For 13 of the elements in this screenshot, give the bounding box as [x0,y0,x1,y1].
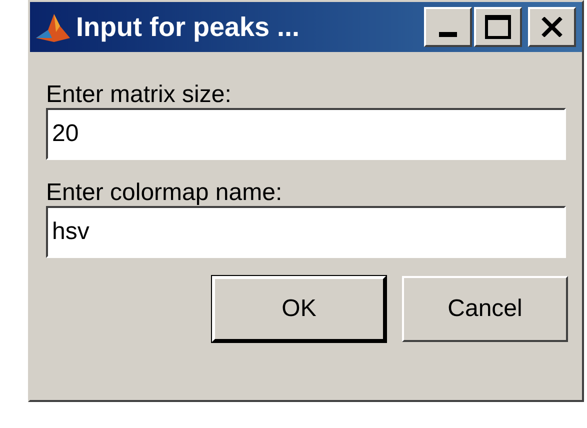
minimize-icon [439,32,457,37]
field-label: Enter matrix size: [46,82,232,108]
input-field[interactable]: hsv [46,206,566,258]
maximize-icon [485,15,511,39]
maximize-button[interactable] [474,7,522,47]
close-button[interactable] [528,7,576,47]
window-title: Input for peaks ... [76,10,301,44]
cancel-button[interactable]: Cancel [402,276,568,342]
field-label: Enter colormap name: [46,180,284,206]
close-icon [541,17,563,37]
ok-button[interactable]: OK [212,276,386,342]
minimize-button[interactable] [424,7,472,47]
input-field[interactable]: 20 [46,108,566,160]
